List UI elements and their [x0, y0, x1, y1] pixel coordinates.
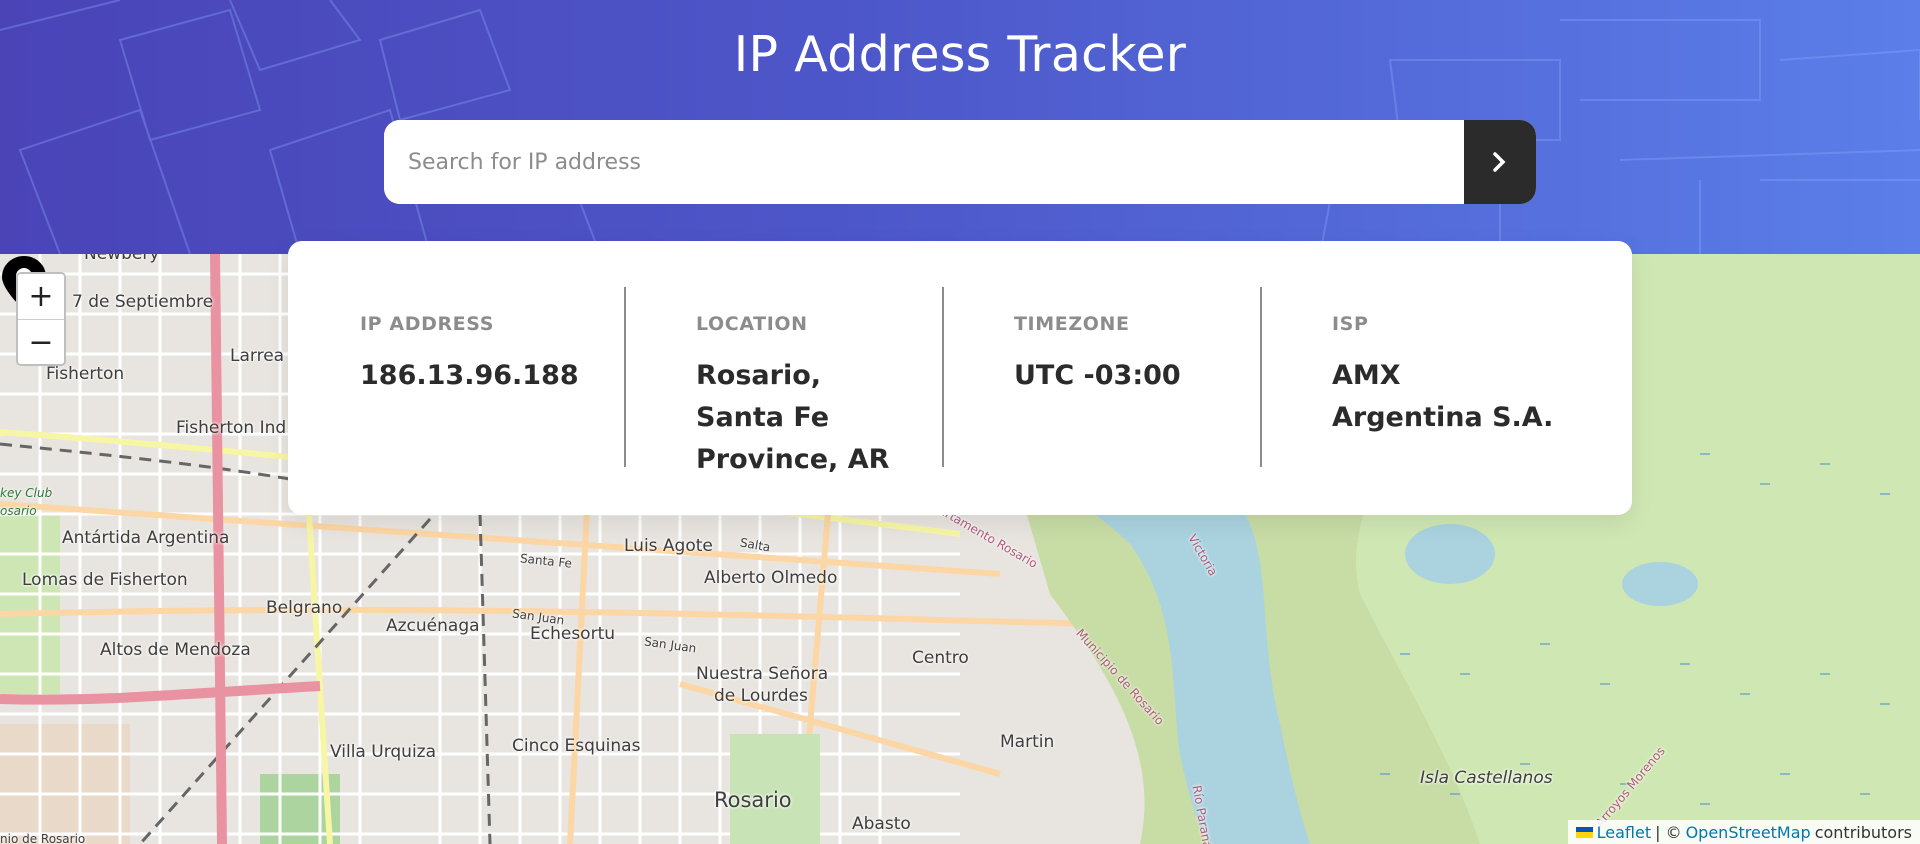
- map-label: Luis Agote: [624, 536, 713, 556]
- info-label: IP ADDRESS: [360, 313, 494, 335]
- map-label: Lomas de Fisherton: [22, 570, 188, 590]
- map-label: Altos de Mendoza: [100, 640, 251, 660]
- info-location: LOCATION Rosario, Santa Fe Province, AR: [624, 287, 942, 475]
- leaflet-link[interactable]: Leaflet: [1597, 823, 1651, 842]
- map-label: Antártida Argentina: [62, 528, 230, 548]
- map-label: Centro: [912, 648, 969, 668]
- ip-info-card: IP ADDRESS 186.13.96.188 LOCATION Rosari…: [288, 241, 1632, 515]
- map-label: Cinco Esquinas: [512, 736, 641, 756]
- attribution-separator: | ©: [1655, 822, 1682, 842]
- info-label: TIMEZONE: [1014, 313, 1130, 335]
- info-label: LOCATION: [696, 313, 808, 335]
- map-label: Alberto Olmedo: [704, 568, 838, 588]
- map-label: Villa Urquiza: [330, 742, 437, 762]
- header: IP Address Tracker: [0, 0, 1920, 254]
- map-attribution: Leaflet | © OpenStreetMap contributors: [1567, 820, 1920, 844]
- map-label: Fisherton Ind: [176, 418, 287, 438]
- map-label: de Lourdes: [714, 686, 808, 706]
- map-label: nio de Rosario: [0, 832, 86, 844]
- zoom-out-button[interactable]: −: [18, 319, 64, 364]
- zoom-control: + −: [16, 272, 66, 366]
- map-label: Belgrano: [266, 598, 343, 618]
- search-submit-button[interactable]: [1464, 120, 1536, 204]
- zoom-in-button[interactable]: +: [18, 274, 64, 319]
- map-label: Larrea: [230, 346, 285, 366]
- attribution-suffix: contributors: [1814, 822, 1912, 842]
- ukraine-flag-icon: [1575, 826, 1593, 838]
- map-label: Isla Castellanos: [1420, 768, 1553, 788]
- search-bar: [384, 120, 1536, 204]
- map-label: key Club: [0, 486, 53, 500]
- info-value: UTC -03:00: [1014, 360, 1181, 391]
- chevron-right-icon: [1493, 152, 1506, 172]
- info-value: AMX Argentina S.A.: [1332, 360, 1554, 433]
- info-timezone: TIMEZONE UTC -03:00: [942, 287, 1260, 469]
- info-ip-address: IP ADDRESS 186.13.96.188: [288, 287, 624, 469]
- info-value: 186.13.96.188: [360, 360, 579, 391]
- map-label: Rosario: [714, 788, 792, 812]
- map-label: Nuestra Señora: [696, 664, 829, 684]
- map-label: osario: [0, 504, 37, 518]
- map-label: Echesortu: [530, 624, 616, 644]
- map-label: Martin: [1000, 732, 1055, 752]
- info-label: ISP: [1332, 313, 1369, 335]
- openstreetmap-link[interactable]: OpenStreetMap: [1686, 823, 1811, 842]
- page-title: IP Address Tracker: [733, 26, 1187, 83]
- map-label: Newbery: [84, 254, 160, 264]
- map-label: Abasto: [852, 814, 911, 834]
- info-value: Rosario, Santa Fe Province, AR: [696, 360, 890, 475]
- map-label: Azcuénaga: [386, 616, 480, 636]
- info-isp: ISP AMX Argentina S.A.: [1260, 287, 1578, 469]
- map-label: 7 de Septiembre: [72, 292, 214, 312]
- ip-search-input[interactable]: [384, 120, 1464, 204]
- map-label: Fisherton: [46, 364, 125, 384]
